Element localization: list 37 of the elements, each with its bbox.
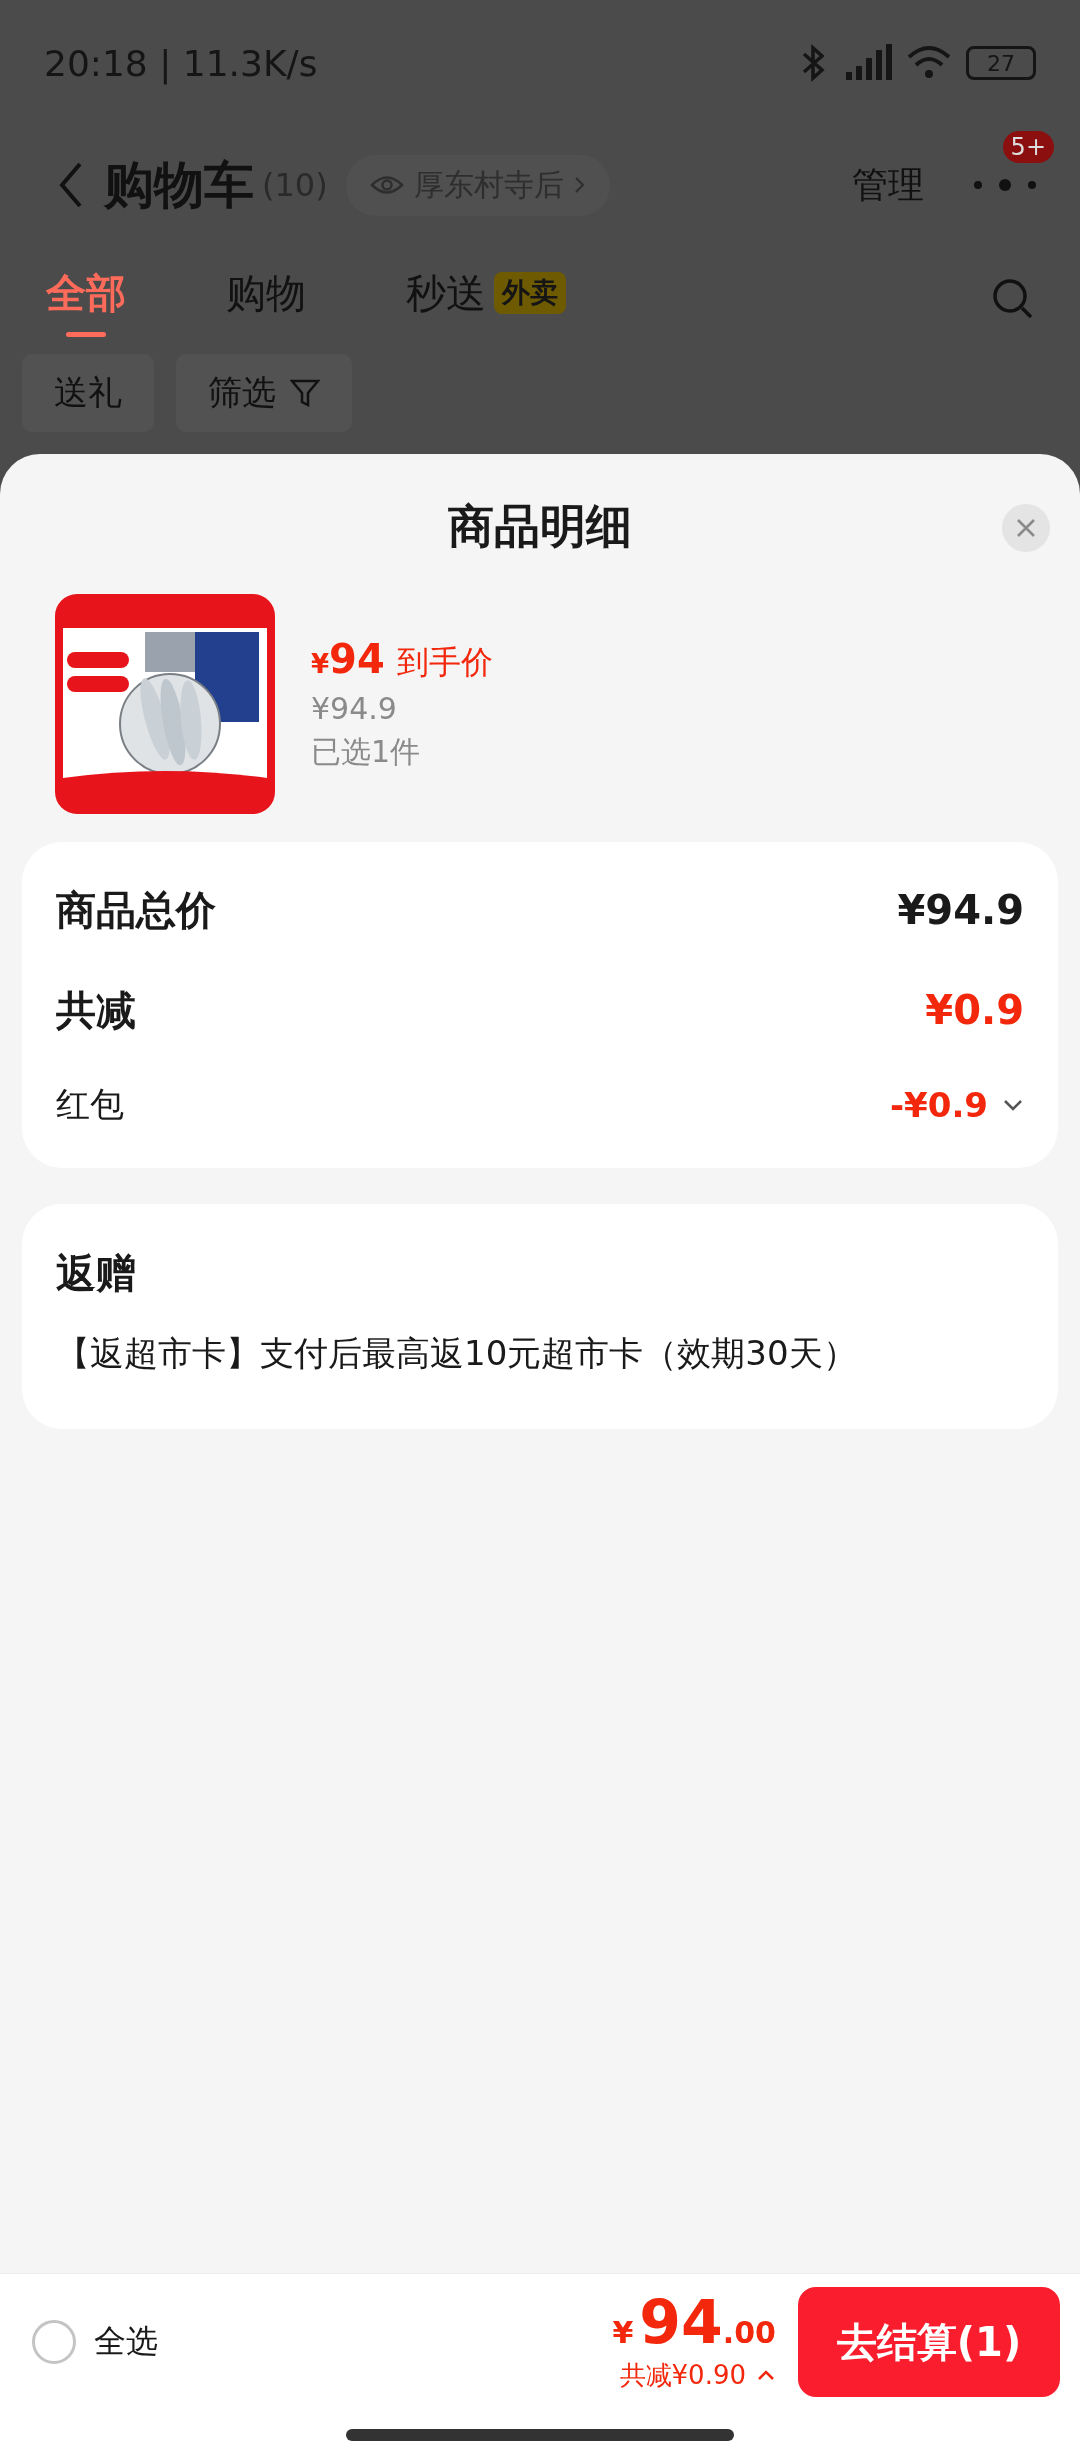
more-icon[interactable] <box>972 178 1038 192</box>
wifi-icon <box>906 45 952 81</box>
savings-button[interactable]: 共减¥0.90 <box>619 2357 776 2393</box>
gift-title: 返赠 <box>56 1249 137 1298</box>
original-price: ¥94.9 <box>311 690 398 726</box>
filter-chip[interactable]: 筛选 <box>176 354 352 432</box>
delivery-tag: 外卖 <box>494 272 566 314</box>
close-icon <box>1015 517 1037 539</box>
summary-value: ¥0.9 <box>925 987 1024 1033</box>
chevron-right-icon <box>573 175 586 195</box>
checkout-button[interactable]: 去结算(1) <box>798 2287 1060 2397</box>
gift-text: 【返超市卡】支付后最高返10元超市卡（效期30天） <box>56 1332 858 1375</box>
page-title: 购物车 <box>104 154 254 216</box>
selected-count: 已选1件 <box>311 732 422 771</box>
tab[interactable]: 购物 <box>226 265 306 333</box>
filter-icon <box>290 378 320 408</box>
summary-label: 商品总价 <box>56 885 216 935</box>
tab[interactable]: 秒送 外卖 <box>406 265 566 333</box>
select-all-label: 全选 <box>94 2321 158 2362</box>
summary-label: 红包 <box>56 1083 124 1126</box>
chevron-up-icon <box>756 2369 776 2381</box>
summary-value: ¥94.9 <box>897 887 1024 933</box>
chevron-down-icon[interactable] <box>1002 1098 1024 1112</box>
total-price: ¥94.00 <box>612 2291 776 2352</box>
close-button[interactable] <box>1002 504 1050 552</box>
price-label: 到手价 <box>396 641 493 683</box>
summary-value: -¥0.9 <box>890 1085 988 1125</box>
eye-icon <box>369 174 404 196</box>
select-all-checkbox[interactable] <box>32 2320 76 2364</box>
sheet-title: 商品明细 <box>448 498 632 555</box>
notification-badge: 5+ <box>1002 131 1054 163</box>
manage-button[interactable]: 管理 <box>852 160 924 210</box>
filter-chip[interactable]: 送礼 <box>22 354 154 432</box>
tab-label: 秒送 <box>406 268 486 318</box>
final-price: ¥94 <box>311 635 385 682</box>
search-icon[interactable] <box>992 278 1034 320</box>
summary-label: 共减 <box>56 985 136 1035</box>
